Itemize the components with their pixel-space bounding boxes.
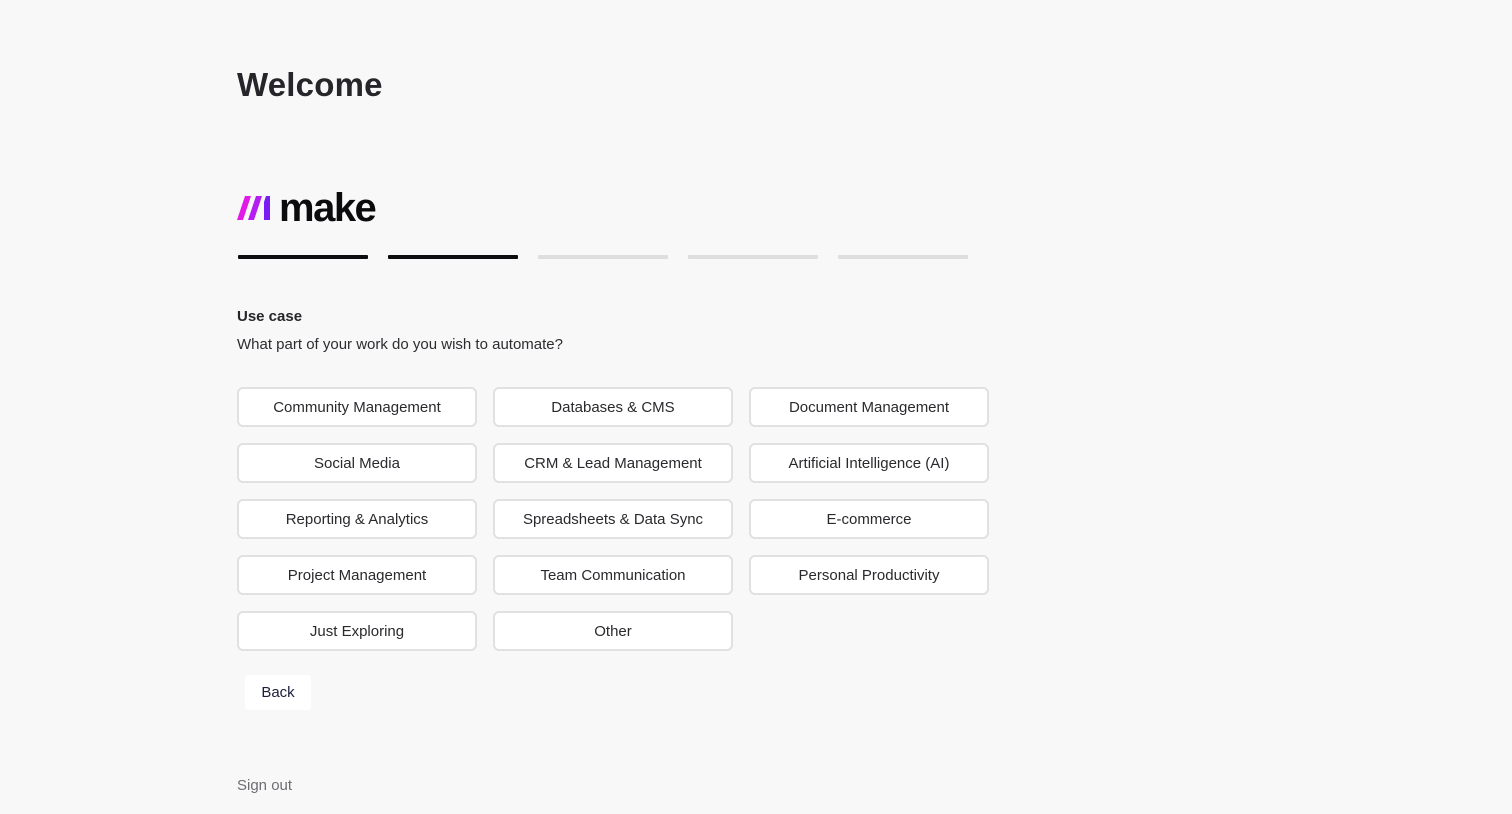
use-case-options: Community Management Databases & CMS Docum… (237, 387, 989, 651)
use-case-option[interactable]: Just Exploring (237, 611, 477, 651)
use-case-option[interactable]: Social Media (237, 443, 477, 483)
onboarding-page: Welcome make Use case What part of your … (0, 0, 1512, 814)
use-case-option[interactable]: Databases & CMS (493, 387, 733, 427)
section-title: Use case (237, 308, 303, 325)
back-button[interactable]: Back (245, 675, 311, 710)
page-title: Welcome (237, 66, 383, 103)
step-progress-bar (238, 255, 968, 259)
use-case-option[interactable]: Spreadsheets & Data Sync (493, 499, 733, 539)
use-case-option[interactable]: Other (493, 611, 733, 651)
use-case-option[interactable]: E-commerce (749, 499, 989, 539)
use-case-option[interactable]: Community Management (237, 387, 477, 427)
progress-step-3 (538, 255, 668, 259)
progress-step-2 (388, 255, 518, 259)
brand-wordmark: make (279, 186, 377, 230)
use-case-option[interactable]: CRM & Lead Management (493, 443, 733, 483)
use-case-option[interactable]: Artificial Intelligence (AI) (749, 443, 989, 483)
use-case-option[interactable]: Personal Productivity (749, 555, 989, 595)
use-case-option[interactable]: Reporting & Analytics (237, 499, 477, 539)
progress-step-4 (688, 255, 818, 259)
use-case-option[interactable]: Project Management (237, 555, 477, 595)
section-question: What part of your work do you wish to au… (237, 336, 563, 353)
use-case-option[interactable]: Team Communication (493, 555, 733, 595)
make-logo-icon (237, 196, 270, 220)
progress-step-1 (238, 255, 368, 259)
sign-out-link[interactable]: Sign out (237, 777, 292, 794)
brand-logo: make (237, 186, 377, 230)
progress-step-5 (838, 255, 968, 259)
use-case-option[interactable]: Document Management (749, 387, 989, 427)
